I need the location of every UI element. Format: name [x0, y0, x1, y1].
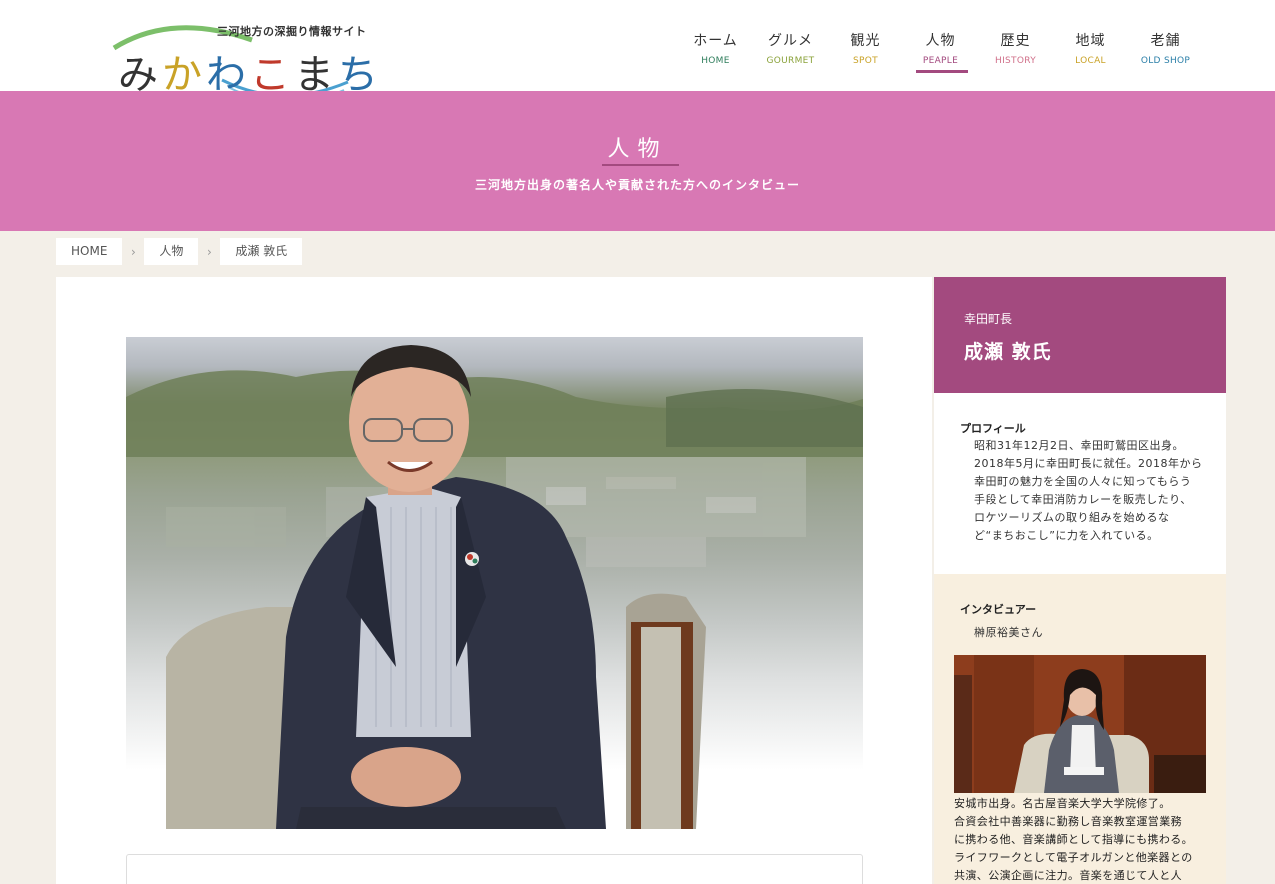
profile-text: 昭和31年12月2日、幸田町鷲田区出身。 2018年5月に幸田町長に就任。201… — [974, 437, 1209, 545]
page-subtitle: 三河地方出身の著名人や貢献された方へのインタビュー — [474, 178, 800, 192]
nav-item-sublabel: HISTORY — [995, 56, 1036, 66]
global-nav: ホーム HOME グルメ GOURMET 観光 SPOT 人物 PEAPLE 歴史 HISTORY… — [678, 30, 1203, 73]
person-name: 成瀬 敦氏 — [964, 341, 1052, 363]
interview-main-photo — [126, 337, 863, 829]
interviewer-bio-line: 合資会社中善楽器に勤務し音楽教室運営業務 — [954, 815, 1182, 828]
profile-line: 幸田町の魅力を全国の人々に知ってもらう — [974, 475, 1192, 488]
profile-line: ど“まちおこし”に力を入れている。 — [974, 529, 1159, 542]
nav-item-label: 老舗 — [1150, 33, 1181, 49]
title-underline — [602, 164, 679, 166]
nav-item-label: ホーム — [693, 33, 738, 49]
nav-item-label: 観光 — [850, 33, 881, 49]
nav-item-local[interactable]: 地域 LOCAL — [1053, 30, 1128, 66]
interviewer-box: インタビュアー 榊原裕美さん 安城市出身。名古屋音楽大学大学院修了。 合資会社中… — [934, 574, 1226, 884]
nav-item-sublabel: OLD SHOP — [1140, 56, 1191, 66]
person-role: 幸田町長 — [964, 312, 1013, 326]
profile-label: プロフィール — [960, 422, 1026, 435]
nav-item-label: 歴史 — [1000, 33, 1031, 49]
nav-item-old-shop[interactable]: 老舗 OLD SHOP — [1128, 30, 1203, 66]
nav-item-sublabel: SPOT — [853, 56, 878, 66]
breadcrumb-home[interactable]: HOME — [56, 238, 123, 265]
nav-item-sublabel: HOME — [701, 56, 730, 66]
nav-item-sublabel: GOURMET — [766, 56, 815, 66]
interviewer-bio-line: 安城市出身。名古屋音楽大学大学院修了。 — [954, 797, 1171, 810]
breadcrumb-separator-icon: › — [131, 244, 136, 259]
interviewer-name: 榊原裕美さん — [974, 626, 1043, 639]
interviewer-bio: 安城市出身。名古屋音楽大学大学院修了。 合資会社中善楽器に勤務し音楽教室運営業務… — [954, 795, 1209, 884]
person-header: 幸田町長 成瀬 敦氏 — [934, 277, 1226, 393]
interviewer-bio-line: に携わる他、音楽講師として指導にも携わる。 — [954, 833, 1194, 846]
profile-line: 2018年5月に幸田町長に就任。2018年から — [974, 457, 1203, 470]
article-main — [56, 277, 932, 884]
breadcrumb-category[interactable]: 人物 — [144, 238, 199, 265]
profile-box: プロフィール 昭和31年12月2日、幸田町鷲田区出身。 2018年5月に幸田町長… — [934, 393, 1226, 574]
nav-item-label: グルメ — [768, 33, 813, 49]
nav-item-peaple[interactable]: 人物 PEAPLE — [903, 30, 978, 73]
site-header: 三河地方の深掘り情報サイト みかわこまち ホーム HOME グルメ GOURMET 観光… — [0, 0, 1275, 104]
profile-line: 手段として幸田消防カレーを販売したり、 — [974, 493, 1192, 506]
nav-item-sublabel: PEAPLE — [922, 56, 959, 66]
nav-item-label: 人物 — [925, 33, 956, 49]
breadcrumb: HOME › 人物 › 成瀬 敦氏 — [56, 238, 303, 265]
breadcrumb-current: 成瀬 敦氏 — [220, 238, 303, 265]
page-title: 人物 — [607, 137, 668, 162]
interviewer-photo — [954, 655, 1206, 793]
profile-line: 昭和31年12月2日、幸田町鷲田区出身。 — [974, 439, 1184, 452]
nav-item-label: 地域 — [1075, 33, 1106, 49]
nav-item-home[interactable]: ホーム HOME — [678, 30, 753, 66]
interviewer-label: インタビュアー — [960, 603, 1037, 616]
category-hero: 人物 三河地方出身の著名人や貢献された方へのインタビュー — [0, 91, 1275, 231]
profile-line: ロケツーリズムの取り組みを始めるな — [974, 511, 1170, 524]
article-body-card — [126, 854, 863, 884]
breadcrumb-separator-icon: › — [207, 244, 212, 259]
nav-item-sublabel: LOCAL — [1075, 56, 1106, 66]
logo-tagline: 三河地方の深掘り情報サイト — [217, 25, 367, 38]
interviewer-bio-line: 共演、公演企画に注力。音楽を通じて人と人 — [954, 869, 1182, 882]
nav-item-gourmet[interactable]: グルメ GOURMET — [753, 30, 828, 66]
nav-item-spot[interactable]: 観光 SPOT — [828, 30, 903, 66]
nav-item-history[interactable]: 歴史 HISTORY — [978, 30, 1053, 66]
interviewer-bio-line: ライフワークとして電子オルガンと他楽器との — [954, 851, 1193, 864]
